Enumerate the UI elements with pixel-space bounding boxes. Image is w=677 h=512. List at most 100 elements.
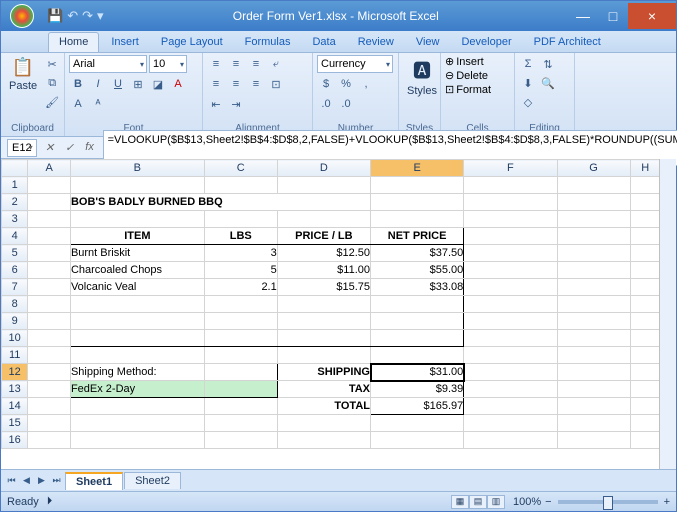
cell[interactable]	[70, 330, 204, 347]
cut-button[interactable]: ✂	[43, 55, 61, 73]
col-header-f[interactable]: F	[464, 160, 557, 177]
autosum-button[interactable]: Σ	[519, 55, 537, 73]
col-header-g[interactable]: G	[557, 160, 630, 177]
cell-e13[interactable]: $9.39	[371, 381, 464, 398]
grow-font-button[interactable]: A	[69, 95, 87, 113]
sort-filter-button[interactable]: ⇅	[539, 55, 557, 73]
row-header[interactable]: 3	[2, 211, 28, 228]
prev-sheet-icon[interactable]: ◀	[19, 475, 34, 486]
row-header[interactable]: 15	[2, 415, 28, 432]
page-layout-view-button[interactable]: ▤	[469, 495, 487, 509]
decrease-indent-button[interactable]: ⇤	[207, 95, 225, 113]
font-size-combo[interactable]: 10	[149, 55, 187, 73]
cell-e6[interactable]: $55.00	[371, 262, 464, 279]
align-top-button[interactable]: ≡	[207, 55, 225, 73]
cell-d5[interactable]: $12.50	[277, 245, 370, 262]
fx-icon[interactable]: fx	[81, 141, 99, 154]
align-middle-button[interactable]: ≡	[227, 55, 245, 73]
font-color-button[interactable]: A	[169, 75, 187, 93]
number-format-combo[interactable]: Currency	[317, 55, 393, 73]
fill-color-button[interactable]: ◪	[149, 75, 167, 93]
cell-c4[interactable]: LBS	[204, 228, 277, 245]
tab-page-layout[interactable]: Page Layout	[151, 33, 233, 52]
next-sheet-icon[interactable]: ▶	[34, 475, 49, 486]
cell-d13[interactable]: TAX	[277, 381, 370, 398]
insert-cells-button[interactable]: Insert	[456, 56, 484, 68]
cell-d6[interactable]: $11.00	[277, 262, 370, 279]
cell[interactable]	[70, 313, 204, 330]
row-header[interactable]: 16	[2, 432, 28, 449]
grid[interactable]: A B C D E F G H 1 2BOB'S BADLY BURNED BB…	[1, 159, 659, 469]
styles-button[interactable]: 🅰Styles	[403, 55, 441, 99]
align-center-button[interactable]: ≡	[227, 75, 245, 93]
maximize-button[interactable]: □	[598, 3, 628, 29]
align-left-button[interactable]: ≡	[207, 75, 225, 93]
cell-b6[interactable]: Charcoaled Chops	[70, 262, 204, 279]
tab-formulas[interactable]: Formulas	[235, 33, 301, 52]
cell-d7[interactable]: $15.75	[277, 279, 370, 296]
currency-button[interactable]: $	[317, 75, 335, 93]
shrink-font-button[interactable]: ᴬ	[89, 95, 107, 113]
comma-button[interactable]: ,	[357, 75, 375, 93]
zoom-out-button[interactable]: −	[545, 496, 551, 508]
normal-view-button[interactable]: ▦	[451, 495, 469, 509]
decrease-decimal-button[interactable]: .0	[337, 95, 355, 113]
col-header-d[interactable]: D	[277, 160, 370, 177]
tab-review[interactable]: Review	[348, 33, 404, 52]
delete-cells-button[interactable]: Delete	[456, 70, 488, 82]
cell-c6[interactable]: 5	[204, 262, 277, 279]
cell-b4[interactable]: ITEM	[70, 228, 204, 245]
name-box[interactable]: E12	[7, 139, 37, 157]
cell-e12-selected[interactable]: $31.00	[371, 364, 464, 381]
row-header[interactable]: 12	[2, 364, 28, 381]
row-header[interactable]: 6	[2, 262, 28, 279]
format-cells-button[interactable]: Format	[456, 84, 491, 96]
tab-data[interactable]: Data	[302, 33, 345, 52]
cell-c7[interactable]: 2.1	[204, 279, 277, 296]
sheet-tab-sheet1[interactable]: Sheet1	[65, 472, 123, 490]
bold-button[interactable]: B	[69, 75, 87, 93]
cell-d14[interactable]: TOTAL	[277, 398, 370, 415]
close-button[interactable]: ×	[628, 3, 676, 29]
paste-button[interactable]: 📋Paste	[5, 55, 41, 94]
macro-record-icon[interactable]: ⏵	[47, 495, 53, 508]
underline-button[interactable]: U	[109, 75, 127, 93]
cell-b12[interactable]: Shipping Method:	[70, 364, 204, 381]
col-header-a[interactable]: A	[28, 160, 71, 177]
cell-b13[interactable]: FedEx 2-Day	[70, 381, 204, 398]
vertical-scrollbar[interactable]	[659, 159, 676, 469]
zoom-level[interactable]: 100%	[513, 496, 541, 508]
clear-button[interactable]: ◇	[519, 93, 537, 111]
cancel-formula-icon[interactable]: ✕	[41, 141, 59, 154]
cell-d4[interactable]: PRICE / LB	[277, 228, 370, 245]
border-button[interactable]: ⊞	[129, 75, 147, 93]
tab-pdf-architect[interactable]: PDF Architect	[524, 33, 611, 52]
merge-button[interactable]: ⊡	[267, 75, 285, 93]
save-icon[interactable]: 💾	[47, 8, 63, 24]
row-header[interactable]: 8	[2, 296, 28, 313]
row-header[interactable]: 11	[2, 347, 28, 364]
undo-icon[interactable]: ↶	[67, 8, 78, 24]
sheet-tab-sheet2[interactable]: Sheet2	[124, 472, 181, 489]
copy-button[interactable]: ⧉	[43, 74, 61, 92]
find-button[interactable]: 🔍	[539, 74, 557, 92]
fill-button[interactable]: ⬇	[519, 74, 537, 92]
zoom-in-button[interactable]: +	[664, 496, 670, 508]
increase-indent-button[interactable]: ⇥	[227, 95, 245, 113]
cell-e4[interactable]: NET PRICE	[371, 228, 464, 245]
wrap-text-button[interactable]: ⤶	[267, 55, 285, 73]
row-header[interactable]: 7	[2, 279, 28, 296]
tab-insert[interactable]: Insert	[101, 33, 149, 52]
italic-button[interactable]: I	[89, 75, 107, 93]
row-header[interactable]: 4	[2, 228, 28, 245]
row-header[interactable]: 1	[2, 177, 28, 194]
percent-button[interactable]: %	[337, 75, 355, 93]
accept-formula-icon[interactable]: ✓	[61, 141, 79, 154]
last-sheet-icon[interactable]: ⏭	[49, 475, 64, 486]
row-header[interactable]: 10	[2, 330, 28, 347]
row-header[interactable]: 13	[2, 381, 28, 398]
col-header-h[interactable]: H	[630, 160, 659, 177]
format-painter-button[interactable]: 🖌	[43, 93, 61, 111]
col-header-c[interactable]: C	[204, 160, 277, 177]
cell-b5[interactable]: Burnt Briskit	[70, 245, 204, 262]
